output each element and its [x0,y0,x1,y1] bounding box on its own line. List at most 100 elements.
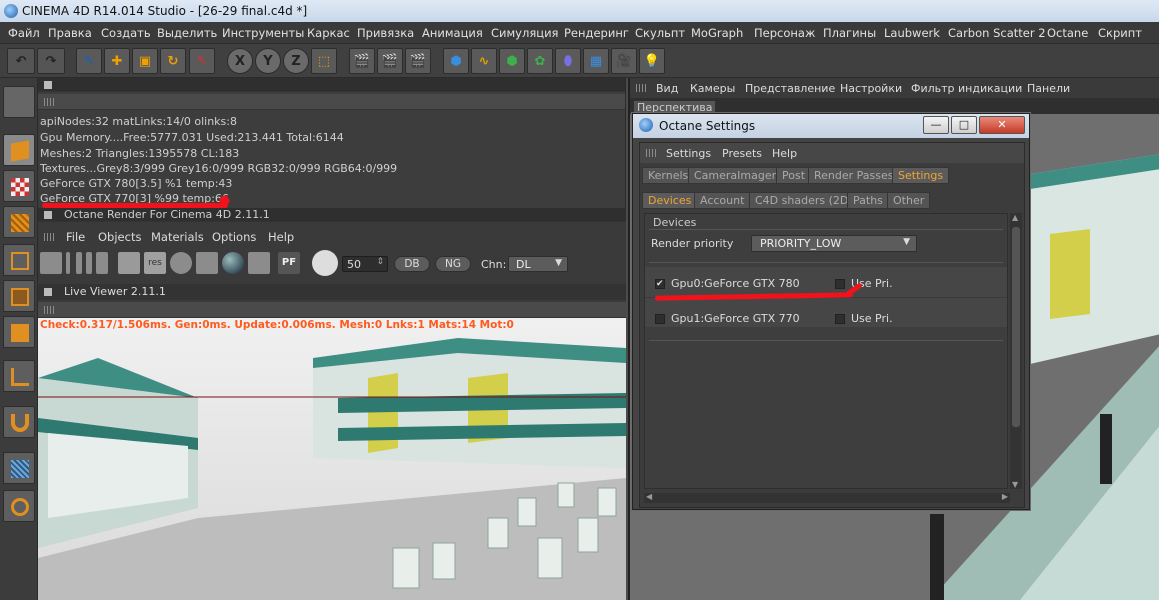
vertical-scrollbar[interactable]: ▲ ▼ [1010,213,1022,489]
axis-y-button[interactable]: Y [255,48,281,74]
minimize-button[interactable]: — [923,116,949,134]
edit-render-settings-icon[interactable]: 🎬 [405,48,431,74]
redo-icon[interactable]: ↷ [37,48,65,74]
render-picture-viewer-icon[interactable]: 🎬 [377,48,403,74]
menu-render[interactable]: Рендеринг [564,26,629,40]
render-priority-select[interactable]: PRIORITY_LOW ▼ [751,235,917,252]
db-button[interactable]: DB [394,256,430,272]
floor-scene-icon[interactable]: ▦ [583,48,609,74]
gpu0-checkbox[interactable]: ✔ [655,279,665,289]
menu-mesh[interactable]: Каркас [307,26,350,40]
deformer-icon[interactable]: ⬮ [555,48,581,74]
menu-plugins[interactable]: Плагины [823,26,876,40]
menu-octane[interactable]: Octane [1047,26,1088,40]
undo-icon[interactable]: ↶ [7,48,35,74]
tab-render-passes[interactable]: Render Passes [808,167,900,184]
canvas-icon[interactable] [248,252,270,274]
move-icon[interactable]: ✚ [104,48,130,74]
menu-simulation[interactable]: Симуляция [491,26,558,40]
tab-other[interactable]: Other [887,192,931,209]
scroll-down-icon[interactable]: ▼ [1012,480,1018,489]
material-ball-icon[interactable] [222,252,244,274]
menu-carbon-scatter[interactable]: Carbon Scatter 2 [948,26,1046,40]
menu-tools[interactable]: Инструменты [222,26,304,40]
refresh-icon[interactable] [40,252,62,274]
tab-paths[interactable]: Paths [847,192,889,209]
last-tool-icon[interactable]: ↖ [189,48,215,74]
coordinate-system-icon[interactable]: ⬚ [311,48,337,74]
scale-icon[interactable]: ▣ [132,48,158,74]
rotate-icon[interactable]: ↻ [160,48,186,74]
menu-mograph[interactable]: MoGraph [691,26,743,40]
make-editable-icon[interactable] [3,86,35,118]
dialog-menu-presets[interactable]: Presets [722,147,762,160]
menu-file[interactable]: Файл [8,26,40,40]
channel-select[interactable]: DL ▼ [508,256,568,272]
tab-settings[interactable]: Settings [892,167,950,184]
viewport-menu-view[interactable]: Вид [656,82,678,95]
live-select-icon[interactable]: ↖ [76,48,102,74]
octane-menu-help[interactable]: Help [268,230,294,244]
generators-icon[interactable]: ⬢ [499,48,525,74]
octane-menu-materials[interactable]: Materials [151,230,204,244]
spline-icon[interactable]: ∿ [471,48,497,74]
menu-sculpt[interactable]: Скульпт [635,26,685,40]
scroll-up-icon[interactable]: ▲ [1012,213,1018,222]
points-mode-icon[interactable] [3,244,35,276]
grip-icon[interactable] [44,233,54,241]
stepper-arrows-icon[interactable]: ⇕ [376,257,384,267]
axis-z-button[interactable]: Z [283,48,309,74]
tab-post[interactable]: Post [776,167,812,184]
axis-mode-icon[interactable] [3,360,35,392]
clay-icon[interactable] [96,252,108,274]
menu-character[interactable]: Персонаж [754,26,815,40]
cube-primitive-icon[interactable]: ⬢ [443,48,469,74]
gpu1-checkbox[interactable] [655,314,665,324]
pick-focus-icon[interactable] [312,250,338,276]
grip-icon[interactable] [44,98,54,106]
pause-right-icon[interactable] [86,252,92,274]
live-viewer-render[interactable]: Check:0.317/1.506ms. Gen:0ms. Update:0.0… [38,318,626,600]
menu-laubwerk[interactable]: Laubwerk [884,26,940,40]
scroll-right-icon[interactable]: ▶ [1002,492,1008,501]
scroll-left-icon[interactable]: ◀ [646,492,652,501]
viewport-menu-filter[interactable]: Фильтр индикации [911,82,1022,95]
close-button[interactable]: ✕ [979,116,1025,134]
horizontal-scrollbar[interactable]: ◀ ▶ [644,492,1010,503]
menu-snap[interactable]: Привязка [357,26,414,40]
octane-menu-file[interactable]: File [66,230,85,244]
tab-account[interactable]: Account [694,192,751,209]
maximize-button[interactable]: □ [951,116,977,134]
grip-icon[interactable] [44,306,54,314]
model-mode-icon[interactable] [3,134,35,166]
value-stepper[interactable]: 50 ⇕ [342,256,388,272]
pf-button[interactable]: PF [278,252,300,274]
settings-gear-icon[interactable] [170,252,192,274]
pause-left-icon[interactable] [76,252,82,274]
soft-selection-icon[interactable] [3,490,35,522]
menu-animation[interactable]: Анимация [422,26,483,40]
polygons-mode-icon[interactable] [3,316,35,348]
edges-mode-icon[interactable] [3,280,35,312]
tab-devices[interactable]: Devices [642,192,698,209]
dialog-menu-settings[interactable]: Settings [666,147,711,160]
gpu0-use-pri-checkbox[interactable] [835,279,845,289]
viewport-menu-panels[interactable]: Панели [1027,82,1070,95]
panel-toggle-icon[interactable] [44,211,52,219]
dialog-menu-help[interactable]: Help [772,147,797,160]
panel-toggle-icon[interactable] [44,288,52,296]
menu-select[interactable]: Выделить [157,26,217,40]
texture-mode-icon[interactable] [3,170,35,202]
gpu1-use-pri-checkbox[interactable] [835,314,845,324]
array-icon[interactable]: ✿ [527,48,553,74]
viewport-menu-display[interactable]: Представление [745,82,835,95]
workplane-icon[interactable] [3,206,35,238]
scrollbar-thumb[interactable] [1012,227,1020,427]
panel-toggle-icon[interactable] [44,81,52,89]
octane-menu-options[interactable]: Options [212,230,256,244]
stop-icon[interactable] [66,252,70,274]
octane-menu-objects[interactable]: Objects [98,230,141,244]
viewport-menu-options[interactable]: Настройки [840,82,902,95]
res-button[interactable]: res [144,252,166,274]
viewport-menu-cameras[interactable]: Камеры [690,82,735,95]
